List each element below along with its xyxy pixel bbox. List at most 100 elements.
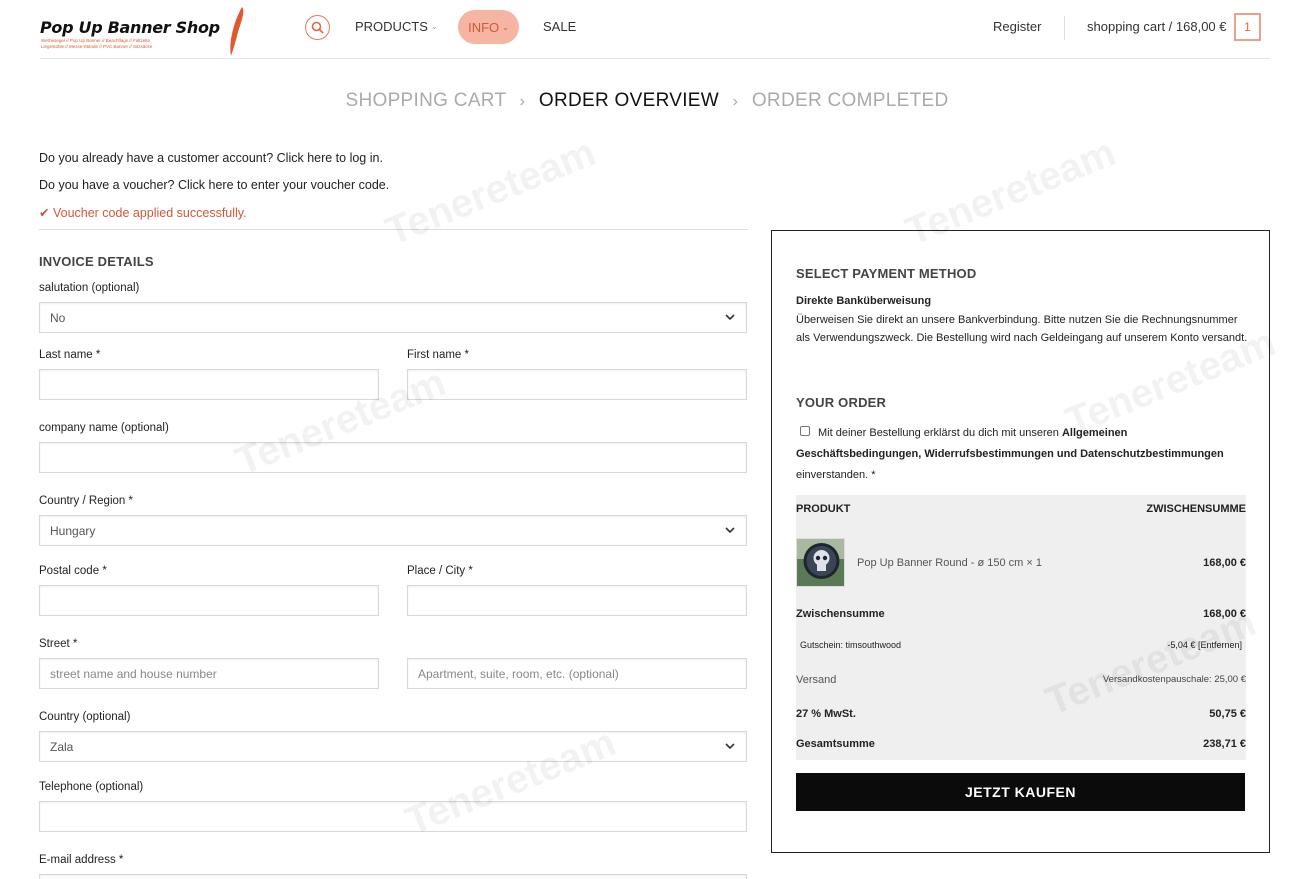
subtotal-label: Zwischensumme	[796, 608, 885, 620]
logo-tagline: Werbesegel // Pop Up Banner // Beachflag…	[41, 38, 152, 50]
apartment-field[interactable]: Apartment, suite, room, etc. (optional)	[407, 658, 747, 689]
voucher-notice[interactable]: Do you have a voucher? Click here to ent…	[39, 178, 389, 192]
street-field[interactable]: street name and house number	[39, 658, 379, 689]
order-item-name: Pop Up Banner Round - ø 150 cm × 1	[857, 557, 1042, 569]
login-notice[interactable]: Do you already have a customer account? …	[39, 151, 383, 165]
required-mark: *	[102, 565, 107, 577]
coupon-value: -5,04 €	[1167, 640, 1196, 650]
lastname-field[interactable]	[39, 369, 379, 400]
required-mark: *	[464, 349, 470, 361]
phone-label-text: Telephone	[39, 781, 93, 793]
required-mark: *	[72, 638, 78, 650]
street-placeholder: street name and house number	[50, 666, 217, 681]
chevron-down-icon	[725, 314, 735, 321]
coupon-row: -5,04 € [Entfernen]	[1167, 640, 1242, 650]
optional-note: (optional)	[91, 282, 140, 294]
nav-info-label: INFO	[468, 19, 500, 35]
payment-method-description: Überweisen Sie direkt an unsere Bankverb…	[796, 314, 1248, 344]
lastname-label-text: Last name	[39, 349, 93, 361]
apartment-placeholder: Apartment, suite, room, etc. (optional)	[418, 666, 619, 681]
country-label: Country / Region *	[39, 495, 133, 507]
city-label: Place / City *	[407, 565, 473, 577]
salutation-label: salutation (optional)	[39, 282, 139, 294]
country-label-text: Country / Region	[39, 495, 126, 507]
search-button[interactable]	[305, 15, 330, 40]
invoice-details-title: INVOICE DETAILS	[39, 254, 154, 269]
register-link[interactable]: Register	[993, 19, 1041, 34]
total-label: Gesamtsumme	[796, 738, 875, 750]
chevron-right-icon: ›	[732, 93, 739, 110]
chevron-right-icon: ›	[519, 93, 526, 110]
payment-method-title: SELECT PAYMENT METHOD	[796, 266, 977, 281]
coupon-label: Gutschein: timsouthwood	[800, 640, 902, 650]
postal-code-label: Postal code *	[39, 565, 107, 577]
email-label: E-mail address *	[39, 854, 123, 866]
col-subtotal-header: ZWISCHENSUMME	[1146, 503, 1246, 515]
cart-link[interactable]: shopping cart / 168,00 €	[1087, 19, 1227, 34]
checkmark-icon: ✔	[39, 206, 50, 220]
email-label-text: E-mail address	[39, 854, 116, 866]
optional-note: (optional)	[95, 781, 144, 793]
terms-text: Mit deiner Bestellung erklärst du dich m…	[796, 423, 1246, 486]
order-table	[796, 495, 1246, 760]
site-logo[interactable]: Pop Up Banner Shop Werbesegel // Pop Up …	[40, 7, 250, 56]
email-field[interactable]	[39, 874, 747, 879]
cart-count-badge[interactable]: 1	[1234, 13, 1261, 41]
nav-info[interactable]: INFO ⌄	[458, 10, 519, 44]
nav-products[interactable]: PRODUCTS ⌄	[355, 19, 438, 34]
crumb-order-overview[interactable]: ORDER OVERVIEW	[539, 90, 719, 111]
product-image	[797, 539, 844, 586]
firstname-label-text: First name	[407, 349, 462, 361]
chevron-down-icon	[725, 743, 735, 750]
postal-code-field[interactable]	[39, 585, 379, 616]
phone-field[interactable]	[39, 801, 747, 832]
nav-sale-label: SALE	[543, 19, 577, 34]
col-product-header: PRODUKT	[796, 503, 851, 515]
country-value: Hungary	[50, 523, 96, 538]
lastname-label: Last name *	[39, 349, 100, 361]
county-select[interactable]: Zala	[39, 731, 747, 762]
site-header: Pop Up Banner Shop Werbesegel // Pop Up …	[0, 0, 1294, 58]
watermark: Tenereteam	[379, 130, 602, 254]
voucher-success-text: Voucher code applied successfully.	[52, 206, 247, 220]
required-mark: *	[95, 349, 101, 361]
header-rule	[40, 58, 1270, 59]
your-order-title: YOUR ORDER	[796, 395, 887, 410]
checkout-breadcrumb: SHOPPING CART › ORDER OVERVIEW › ORDER C…	[0, 90, 1294, 112]
shipping-label: Versand	[796, 674, 837, 686]
country-select[interactable]: Hungary	[39, 515, 747, 546]
terms-prefix: Mit deiner Bestellung erklärst du dich m…	[818, 427, 1059, 439]
crumb-shopping-cart[interactable]: SHOPPING CART	[346, 90, 507, 111]
total-value: 238,71 €	[1203, 738, 1246, 750]
firstname-label: First name *	[407, 349, 469, 361]
city-field[interactable]	[407, 585, 747, 616]
required-mark: *	[468, 565, 473, 577]
firstname-field[interactable]	[407, 369, 747, 400]
payment-method-name: Direkte Banküberweisung	[796, 295, 932, 307]
required-mark: *	[128, 495, 133, 507]
salutation-value: No	[50, 310, 66, 325]
chevron-down-icon	[725, 527, 735, 534]
city-label-text: Place / City	[407, 565, 466, 577]
nav-sale[interactable]: SALE	[543, 19, 576, 34]
shipping-value: Versandkostenpauschale: 25,00 €	[1102, 674, 1246, 685]
phone-label: Telephone (optional)	[39, 781, 143, 793]
company-label-text: company name	[39, 422, 118, 434]
nav-products-label: PRODUCTS	[355, 19, 428, 34]
optional-note: (optional)	[120, 422, 169, 434]
required-mark: *	[118, 854, 124, 866]
coupon-remove-link[interactable]: [Entfernen]	[1198, 640, 1242, 650]
street-label-text: Street	[39, 638, 70, 650]
county-value: Zala	[50, 739, 74, 754]
terms-suffix: einverstanden.	[796, 469, 869, 481]
order-item-price: 168,00 €	[1203, 557, 1246, 569]
header-divider	[1064, 16, 1065, 40]
product-thumbnail	[796, 538, 845, 587]
buy-now-button[interactable]: JETZT KAUFEN	[796, 773, 1245, 811]
search-icon	[311, 21, 324, 34]
logo-title: Pop Up Banner Shop	[40, 18, 220, 37]
street-label: Street *	[39, 638, 77, 650]
salutation-select[interactable]: No	[39, 302, 747, 333]
company-field[interactable]	[39, 442, 747, 473]
county-label: Country (optional)	[39, 711, 131, 723]
